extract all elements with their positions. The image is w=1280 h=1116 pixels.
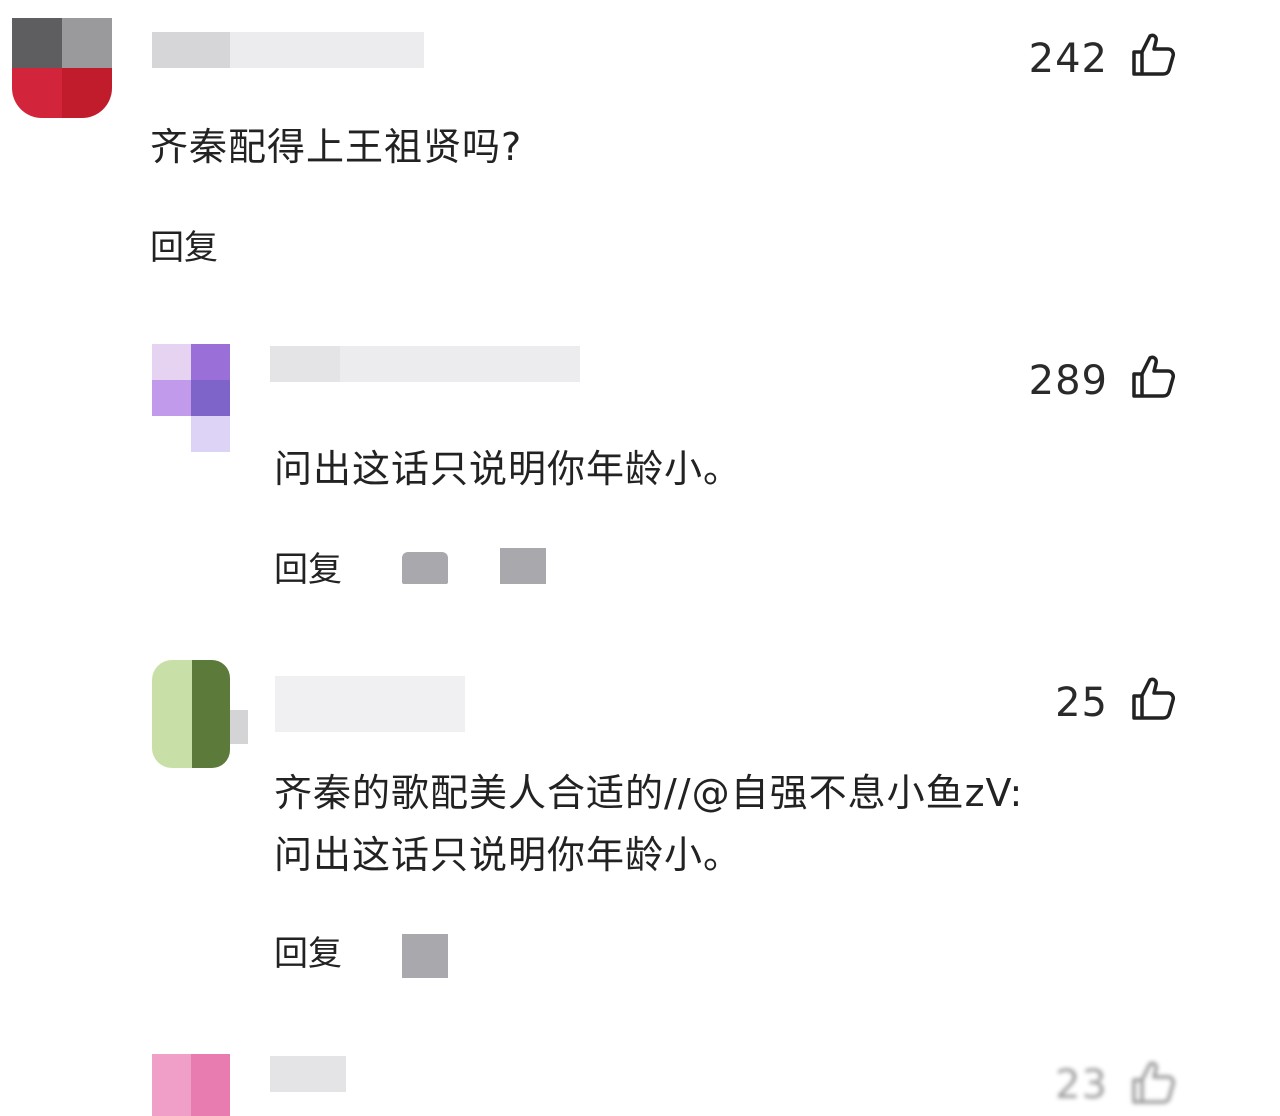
emoji-sticker[interactable] <box>402 934 448 978</box>
comment-text-line: 齐秦的歌配美人合适的//@自强不息小鱼zV: <box>274 771 1024 815</box>
comment-text: 齐秦配得上王祖贤吗? <box>150 125 523 169</box>
emoji-sticker[interactable] <box>500 548 546 584</box>
reply-button[interactable]: 回复 <box>274 542 342 591</box>
thumbs-up-icon[interactable] <box>1130 1060 1176 1106</box>
reply-button[interactable]: 回复 <box>274 926 342 975</box>
comment-text: 问出这话只说明你年龄小。 <box>274 447 743 491</box>
username[interactable] <box>270 1056 346 1092</box>
avatar[interactable] <box>152 344 230 452</box>
emoji-sticker[interactable] <box>402 552 448 584</box>
reply-button[interactable]: 回复 <box>150 220 218 269</box>
comment-item: 25 齐秦的歌配美人合适的//@自强不息小鱼zV: 问出这话只说明你年龄小。 回… <box>0 650 1280 1010</box>
thumbs-up-icon[interactable] <box>1130 354 1176 400</box>
comment-item: 289 问出这话只说明你年龄小。 回复 <box>0 330 1280 620</box>
like-count: 289 <box>1028 358 1108 404</box>
like-count: 23 <box>1055 1062 1108 1108</box>
comment-item: 242 齐秦配得上王祖贤吗? 回复 <box>0 0 1280 300</box>
avatar[interactable] <box>152 660 248 768</box>
username[interactable] <box>152 32 424 68</box>
avatar[interactable] <box>152 1054 230 1116</box>
avatar[interactable] <box>12 18 112 118</box>
username[interactable] <box>270 346 580 382</box>
comment-text-line: 问出这话只说明你年龄小。 <box>274 833 743 877</box>
thumbs-up-icon[interactable] <box>1130 676 1176 722</box>
thumbs-up-icon[interactable] <box>1130 32 1176 78</box>
like-count: 25 <box>1055 680 1108 726</box>
comment-item: 23 <box>0 1050 1280 1116</box>
like-count: 242 <box>1028 36 1108 82</box>
username[interactable] <box>275 676 465 732</box>
